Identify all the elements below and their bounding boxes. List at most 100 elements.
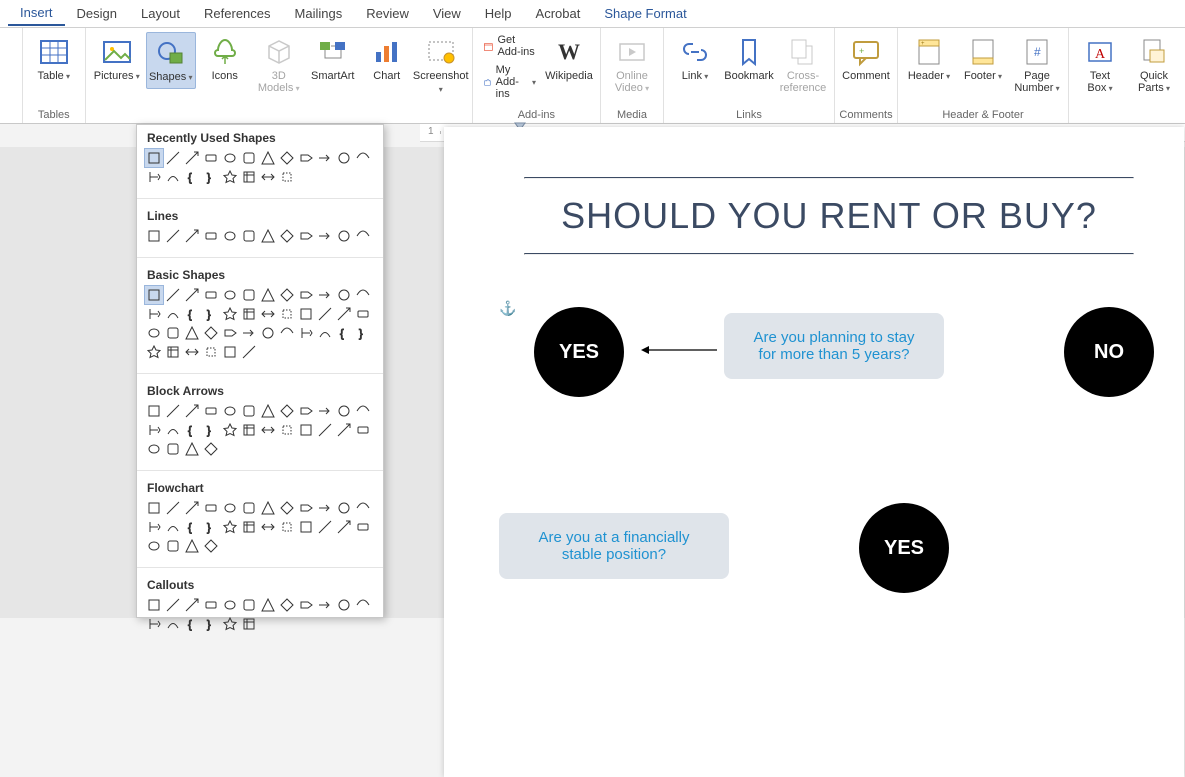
shape-option[interactable] (316, 305, 334, 323)
tab-review[interactable]: Review (354, 2, 421, 25)
shape-option[interactable] (354, 499, 372, 517)
shape-option[interactable] (240, 421, 258, 439)
shape-option[interactable] (354, 149, 372, 167)
shape-option[interactable] (164, 537, 182, 555)
shape-option[interactable] (354, 227, 372, 245)
shape-option[interactable] (202, 227, 220, 245)
shape-option[interactable] (259, 421, 277, 439)
shape-option[interactable] (202, 286, 220, 304)
shape-option[interactable]: } (202, 305, 220, 323)
shape-option[interactable] (183, 402, 201, 420)
shape-option[interactable] (240, 286, 258, 304)
3d-models-button[interactable]: 3DModels (254, 32, 304, 99)
shape-option[interactable] (316, 149, 334, 167)
tab-design[interactable]: Design (65, 2, 129, 25)
shape-option[interactable] (297, 305, 315, 323)
shape-option[interactable] (164, 149, 182, 167)
shape-option[interactable] (164, 305, 182, 323)
shape-option[interactable] (278, 421, 296, 439)
shape-option[interactable] (354, 421, 372, 439)
shape-option[interactable] (221, 402, 239, 420)
shape-option[interactable] (164, 168, 182, 186)
shape-option[interactable] (316, 324, 334, 342)
shape-option[interactable] (145, 305, 163, 323)
shape-option[interactable] (335, 402, 353, 420)
shape-option[interactable] (278, 596, 296, 614)
shape-option[interactable] (221, 227, 239, 245)
tab-help[interactable]: Help (473, 2, 524, 25)
shape-option[interactable] (145, 518, 163, 536)
online-video-button[interactable]: OnlineVideo (607, 32, 657, 99)
shape-option[interactable] (297, 286, 315, 304)
shape-option[interactable] (183, 537, 201, 555)
cross-reference-button[interactable]: Cross-reference (778, 32, 828, 98)
shape-option[interactable] (221, 421, 239, 439)
shape-option[interactable] (202, 149, 220, 167)
shape-option[interactable] (297, 421, 315, 439)
tab-shape-format[interactable]: Shape Format (592, 2, 698, 25)
shape-option[interactable] (278, 305, 296, 323)
shape-option[interactable] (316, 499, 334, 517)
shape-option[interactable] (316, 402, 334, 420)
shape-option[interactable] (297, 324, 315, 342)
shape-option[interactable] (145, 499, 163, 517)
shape-option[interactable] (278, 518, 296, 536)
shape-option[interactable] (145, 596, 163, 614)
shape-option[interactable] (335, 518, 353, 536)
shape-option[interactable] (354, 518, 372, 536)
shape-option[interactable] (183, 499, 201, 517)
shape-option[interactable] (278, 286, 296, 304)
shape-option[interactable] (145, 537, 163, 555)
shape-option[interactable] (335, 149, 353, 167)
shape-option[interactable] (316, 596, 334, 614)
shape-option[interactable] (221, 168, 239, 186)
shape-option[interactable] (164, 499, 182, 517)
shape-option[interactable] (278, 324, 296, 342)
shape-option[interactable]: } (202, 518, 220, 536)
shape-option[interactable] (259, 286, 277, 304)
shape-option[interactable] (278, 499, 296, 517)
shape-option[interactable] (278, 149, 296, 167)
shape-option[interactable] (164, 343, 182, 361)
smartart-button[interactable]: SmartArt (308, 32, 358, 86)
shape-option[interactable] (145, 227, 163, 245)
shape-option[interactable] (335, 596, 353, 614)
shape-option[interactable] (259, 305, 277, 323)
shape-option[interactable] (145, 402, 163, 420)
shape-option[interactable] (164, 286, 182, 304)
shape-option[interactable] (259, 402, 277, 420)
shape-option[interactable] (221, 286, 239, 304)
shape-option[interactable] (335, 421, 353, 439)
tab-insert[interactable]: Insert (8, 1, 65, 26)
my-addins-button[interactable]: My Add-ins▾ (479, 62, 540, 102)
bookmark-button[interactable]: Bookmark (724, 32, 774, 86)
shape-option[interactable] (335, 499, 353, 517)
shape-option[interactable] (202, 537, 220, 555)
shape-option[interactable] (164, 518, 182, 536)
shape-option[interactable] (354, 305, 372, 323)
shape-option[interactable] (335, 286, 353, 304)
shape-option[interactable] (240, 518, 258, 536)
shape-option[interactable] (183, 286, 201, 304)
yes-circle-2[interactable]: YES (859, 503, 949, 593)
shape-option[interactable] (221, 596, 239, 614)
text-box-button[interactable]: ATextBox (1075, 32, 1125, 99)
shape-option[interactable] (145, 149, 163, 167)
wikipedia-button[interactable]: WWikipedia (544, 32, 594, 86)
shape-option[interactable] (354, 596, 372, 614)
shape-option[interactable] (221, 324, 239, 342)
shape-option[interactable] (183, 343, 201, 361)
shape-option[interactable] (202, 343, 220, 361)
shape-option[interactable]: } (202, 421, 220, 439)
shape-option[interactable] (183, 324, 201, 342)
shape-option[interactable] (240, 343, 258, 361)
shape-option[interactable] (354, 286, 372, 304)
tab-layout[interactable]: Layout (129, 2, 192, 25)
shape-option[interactable] (145, 343, 163, 361)
page[interactable]: SHOULD YOU RENT OR BUY? ⚓ YES Are you pl… (444, 127, 1184, 777)
shape-option[interactable] (202, 324, 220, 342)
pictures-button[interactable]: Pictures (92, 32, 142, 87)
shape-option[interactable] (297, 596, 315, 614)
page-number-button[interactable]: #PageNumber (1012, 32, 1062, 99)
shape-option[interactable] (202, 596, 220, 614)
